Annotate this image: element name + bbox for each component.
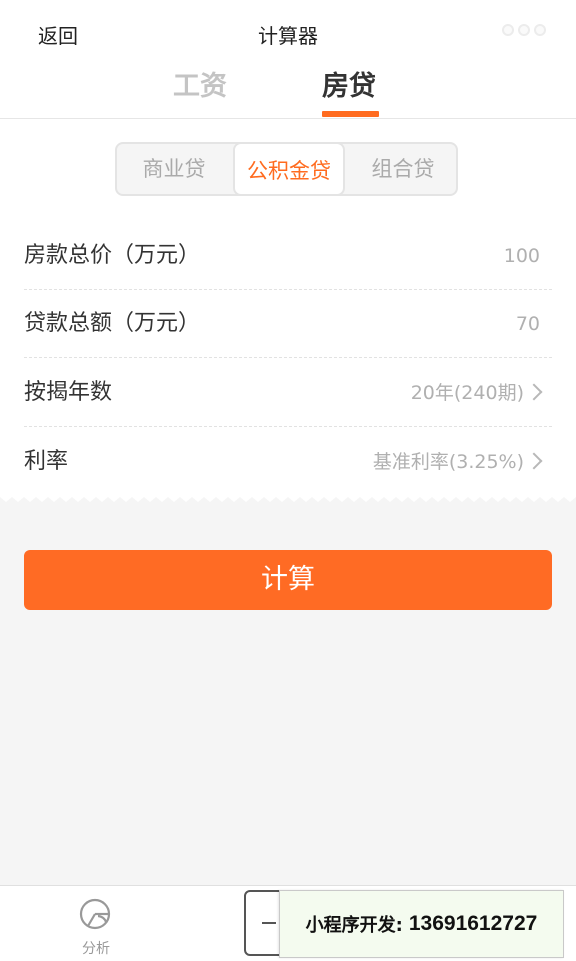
total-price-input[interactable]: 100 [504,222,540,290]
page-title: 计算器 [258,24,318,48]
promo-banner: 小程序开发: 13691612727 [279,890,564,958]
row-total-price[interactable]: 房款总价（万元） 100 [24,222,552,290]
promo-label: 小程序开发: [305,915,403,936]
segment-commercial-loan[interactable]: 商业贷 [117,144,231,194]
divider [24,426,552,427]
minus-icon [262,922,276,924]
segment-combined-loan[interactable]: 组合贷 [347,144,459,194]
interest-rate-value: 基准利率(3.25%) [372,451,524,473]
interest-rate-label: 利率 [24,449,69,474]
row-loan-years[interactable]: 按揭年数 20年(240期) [24,359,552,427]
chevron-right-icon [525,383,543,401]
tab-salary[interactable]: 工资 [173,64,227,103]
loan-amount-input[interactable]: 70 [516,290,540,358]
more-menu-icon[interactable] [502,24,546,36]
top-bar: 返回 计算器 工资 房贷 [0,0,576,119]
analysis-tab[interactable]: 分析 [60,896,132,957]
loan-years-value: 20年(240期) [410,382,524,404]
row-interest-rate[interactable]: 利率 基准利率(3.25%) [24,428,552,496]
total-price-label: 房款总价（万元） [24,243,201,268]
pie-chart-icon [79,898,111,930]
loan-amount-label: 贷款总额（万元） [24,311,201,336]
tab-mortgage[interactable]: 房贷 [322,64,376,103]
row-loan-amount[interactable]: 贷款总额（万元） 70 [24,290,552,358]
divider [24,357,552,358]
loan-years-label: 按揭年数 [24,380,113,405]
active-tab-indicator [322,111,379,117]
loan-type-segmented-control: 商业贷 公积金贷 组合贷 [115,142,458,196]
promo-phone: 13691612727 [408,912,538,935]
calculate-button[interactable]: 计算 [24,550,552,610]
chevron-right-icon [525,452,543,470]
analysis-label: 分析 [82,941,110,957]
segment-provident-fund-loan[interactable]: 公积金贷 [233,142,345,196]
